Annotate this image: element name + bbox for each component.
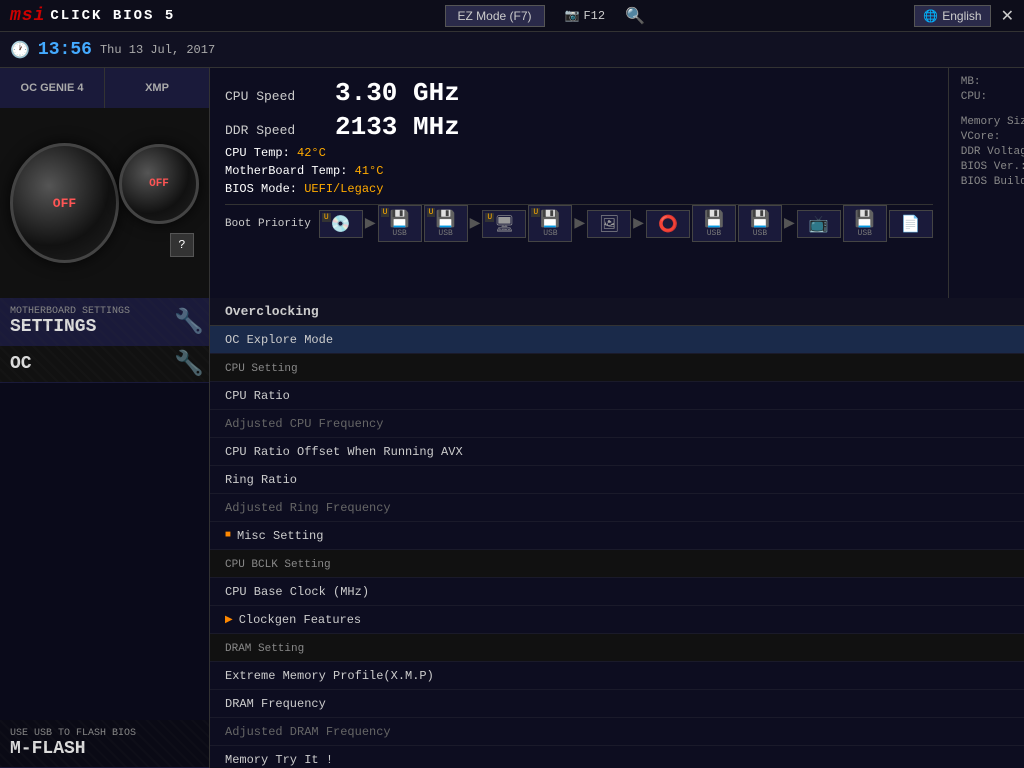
oc-section-title: Overclocking [225,304,319,319]
cpu-speed-value: 3.30 GHz [335,78,460,108]
boot-device-11[interactable]: 📄 [889,210,933,238]
oc-row[interactable]: Extreme Memory Profile(X.M.P)[Disabled] [210,662,1024,690]
vcore-row: VCore: 1.110V [961,131,1024,143]
cpu-temp-label: CPU Temp: [225,146,290,160]
bios-build-row: BIOS Build Date: 06/26/2017 [961,176,1024,188]
oc-section-header: CPU BCLK Setting [210,550,1024,578]
bios-mode-value: UEFI/Legacy [304,182,383,196]
oc-row[interactable]: Ring RatioAuto [210,466,1024,494]
oc-section-header: DRAM Setting [210,634,1024,662]
ddr-speed-value: 2133 MHz [335,112,460,142]
boot-device-2[interactable]: U💾USB [424,205,468,242]
ez-mode-button[interactable]: EZ Mode (F7) [445,5,545,27]
boot-device-6[interactable]: ⭕ [646,210,690,238]
oc-row[interactable]: Memory Try It ![Disabled] [210,746,1024,768]
top-info-area: CPU Speed 3.30 GHz DDR Speed 2133 MHz CP… [210,68,1024,298]
oc-row[interactable]: DRAM Frequency[Auto] [210,690,1024,718]
boot-priority-bar: Boot Priority U💿 ▶ U💾USB U💾USB ▶ U🖥 U💾US… [225,204,933,242]
topbar: msi CLICK BIOS 5 EZ Mode (F7) 📷 F12 🔍 🌐 … [0,0,1024,32]
bios-mode-label: BIOS Mode: [225,182,297,196]
oc-table-container: OC Explore Mode[Normal]CPU SettingCPU Ra… [210,326,1024,768]
oc-header: Overclocking HOT KEY | ↩ [210,298,1024,326]
tools-icon: 🔧 [174,307,204,337]
boot-device-7[interactable]: 💾USB [692,205,736,242]
help-question-button[interactable]: ? [170,233,194,257]
cpu-temp-value: 42°C [297,146,326,160]
mb-row: MB: X299 SLI PLUS (MS-7A93) [961,76,1024,88]
boot-priority-label: Boot Priority [225,218,311,230]
cpu-info-box: CPU Speed 3.30 GHz DDR Speed 2133 MHz CP… [210,68,948,298]
globe-icon: 🌐 [923,9,938,23]
boot-device-3[interactable]: U🖥 [482,210,526,238]
left-panel: OC GENIE 4 XMP OFF OFF ? 🔧 Motherboard s… [0,68,210,768]
xmp-knob[interactable]: OFF [119,144,199,224]
boot-device-10[interactable]: 💾USB [843,205,887,242]
sidebar-item-mflash[interactable]: Use USB to flash BIOS M-FLASH [0,720,209,768]
ddr-voltage-row: DDR Voltage: 1.200V [961,146,1024,158]
main-layout: OC GENIE 4 XMP OFF OFF ? 🔧 Motherboard s… [0,68,1024,768]
bios-ver-row: BIOS Ver.: E7A93IMS.120 [961,161,1024,173]
bios-mode-row: BIOS Mode: UEFI/Legacy [225,182,933,196]
oc-row[interactable]: ■Misc Setting [210,522,1024,550]
center-content: CPU Speed 3.30 GHz DDR Speed 2133 MHz CP… [210,68,1024,768]
genie-xmp-bar: OC GENIE 4 XMP [0,68,209,108]
search-icon[interactable]: 🔍 [625,6,645,26]
sidebar-item-oc[interactable]: 🔧 OC [0,346,209,383]
oc-section-header: CPU Setting [210,354,1024,382]
sys-details-panel: MB: X299 SLI PLUS (MS-7A93) CPU: Intel(R… [948,68,1024,298]
oc-rows: OC Explore Mode[Normal]CPU SettingCPU Ra… [210,326,1024,768]
boot-device-4[interactable]: U💾USB [528,205,572,242]
mb-temp-value: 41°C [355,164,384,178]
date-display: Thu 13 Jul, 2017 [100,43,215,57]
language-button[interactable]: 🌐 English [914,5,990,27]
boot-device-1[interactable]: U💾USB [378,205,422,242]
arrow-icon: ▶ [225,614,233,626]
oc-row[interactable]: OC Explore Mode[Normal] [210,326,1024,354]
mem-size-row: Memory Size: 32768MB [961,116,1024,128]
bios-product-name: CLICK BIOS 5 [50,8,175,24]
ddr-speed-label: DDR Speed [225,123,325,138]
boot-device-9[interactable]: 📺 [797,210,841,238]
oc-row[interactable]: CPU Ratio Offset When Running AVX[Auto] [210,438,1024,466]
knob-area: OFF OFF ? [0,108,209,298]
close-button[interactable]: ✕ [1001,6,1014,26]
msi-logo: msi [10,6,45,26]
boot-device-8[interactable]: 💾USB [738,205,782,242]
oc-row[interactable]: CPU Base Clock (MHz)100.00 [210,578,1024,606]
timebar: 🕐 13:56 Thu 13 Jul, 2017 [0,32,1024,68]
oc-section: Overclocking HOT KEY | ↩ OC Explore Mode… [210,298,1024,768]
mb-temp-row: MotherBoard Temp: 41°C [225,164,933,178]
f12-screenshot[interactable]: 📷 F12 [565,8,606,23]
cpu-temp-row: CPU Temp: 42°C [225,146,933,160]
oc-row[interactable]: Adjusted CPU Frequency3300MHz [210,410,1024,438]
oc-genie-knob[interactable]: OFF [10,143,119,263]
cpu-speed-label: CPU Speed [225,89,325,104]
oc-row[interactable]: ▶Clockgen Features [210,606,1024,634]
cpu-row: CPU: Intel(R) Core(TM) i7-7900X CPU @ 3.… [961,91,1024,113]
boot-device-0[interactable]: U💿 [319,210,363,238]
boot-device-5[interactable]: 🖼 [587,210,631,238]
camera-icon: 📷 [565,8,580,23]
oc-row[interactable]: CPU RatioAuto [210,382,1024,410]
minus-icon: ■ [225,530,231,541]
time-display: 13:56 [38,40,92,60]
oc-row[interactable]: Adjusted DRAM Frequency2133MHz [210,718,1024,746]
oc-genie-button[interactable]: OC GENIE 4 [0,68,105,108]
xmp-button[interactable]: XMP [105,68,209,108]
sidebar-item-settings[interactable]: 🔧 Motherboard settings SETTINGS [0,298,209,346]
mb-temp-label: MotherBoard Temp: [225,164,347,178]
oc-row[interactable]: Adjusted Ring Frequency2400MHz [210,494,1024,522]
oc-tools-icon: 🔧 [174,349,204,379]
clock-icon: 🕐 [10,40,30,60]
